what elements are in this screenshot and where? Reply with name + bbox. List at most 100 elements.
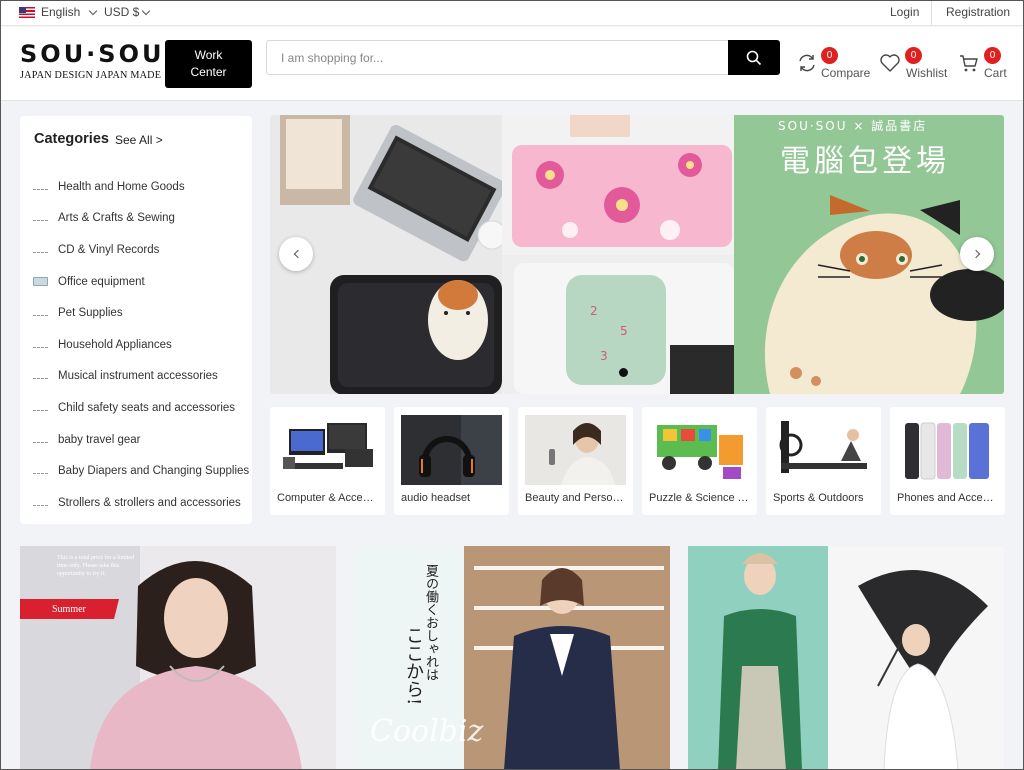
vertical-copy-line2: ここから! xyxy=(403,626,424,706)
work-center-button[interactable]: Work Center xyxy=(165,40,252,88)
cart-button[interactable]: 0 Cart xyxy=(958,47,1008,81)
category-label: Strollers & strollers and accessories xyxy=(58,496,241,509)
us-flag-icon xyxy=(19,6,35,18)
category-icon xyxy=(33,373,48,380)
tile-label: Beauty and Persona… xyxy=(525,492,627,504)
currency-selector[interactable]: USD $ xyxy=(104,5,151,19)
category-item-musical-accessories[interactable]: Musical instrument accessories xyxy=(20,361,252,393)
login-link[interactable]: Login xyxy=(890,5,919,19)
category-tiles: Computer & Access… audio headset Beauty … xyxy=(270,407,1005,515)
cart-count-badge: 0 xyxy=(984,47,1001,64)
category-label: Arts & Crafts & Sewing xyxy=(58,212,175,225)
tile-beauty-personal-care[interactable]: Beauty and Persona… xyxy=(518,407,633,515)
tile-puzzle-science-toys[interactable]: Puzzle & Science Toys xyxy=(642,407,757,515)
category-item-child-safety-seats[interactable]: Child safety seats and accessories xyxy=(20,392,252,424)
chevron-down-icon xyxy=(142,6,151,15)
category-label: Household Appliances xyxy=(58,338,172,351)
category-icon xyxy=(33,437,48,443)
see-all-link[interactable]: See All > xyxy=(115,133,163,147)
tile-audio-headset[interactable]: audio headset xyxy=(394,407,509,515)
category-label: CD & Vinyl Records xyxy=(58,243,160,256)
divider xyxy=(931,0,932,26)
carousel-dot-active[interactable] xyxy=(619,368,628,377)
category-icon xyxy=(33,468,48,475)
currency-label: USD $ xyxy=(104,5,140,19)
cart-icon xyxy=(960,55,978,72)
svg-text:5: 5 xyxy=(620,324,628,338)
wishlist-count-badge: 0 xyxy=(905,47,922,64)
category-item-pet-supplies[interactable]: Pet Supplies xyxy=(20,297,252,329)
category-icon xyxy=(33,215,48,222)
compare-button[interactable]: 0 Compare xyxy=(796,47,871,81)
svg-text:3: 3 xyxy=(600,349,608,363)
search-button[interactable] xyxy=(728,40,780,75)
category-icon xyxy=(33,310,48,317)
hero-banner-carousel[interactable]: 2 5 3 SOU·SOU × 誠品書店 電腦包登場 xyxy=(270,115,1004,394)
wishlist-label: Wishlist xyxy=(906,66,948,80)
category-icon xyxy=(33,184,48,190)
banner-headline: 電腦包登場 xyxy=(780,144,950,179)
category-icon xyxy=(33,247,48,253)
tile-label: audio headset xyxy=(401,492,471,504)
main-header: SOU·SOU JAPAN DESIGN JAPAN MADE Work Cen… xyxy=(0,27,1024,101)
heart-icon xyxy=(880,54,900,72)
category-label: Pet Supplies xyxy=(58,307,123,320)
category-icon xyxy=(33,342,48,348)
audio-headset-image xyxy=(401,415,502,485)
category-label: baby travel gear xyxy=(58,433,141,446)
categories-sidebar: Categories See All > Health and Home Goo… xyxy=(20,116,252,524)
tile-label: Computer & Access… xyxy=(277,492,379,504)
category-label: Office equipment xyxy=(58,275,145,288)
tile-sports-outdoors[interactable]: Sports & Outdoors xyxy=(766,407,881,515)
category-icon xyxy=(33,500,48,506)
work-center-line2: Center xyxy=(190,65,227,79)
categories-title: Categories xyxy=(34,131,109,147)
language-label: English xyxy=(41,5,81,19)
category-label: Musical instrument accessories xyxy=(58,370,218,383)
category-item-baby-diapers[interactable]: Baby Diapers and Changing Supplies xyxy=(20,455,252,487)
computer-accessories-image xyxy=(277,415,378,485)
sports-outdoors-image xyxy=(773,415,874,485)
search-bar xyxy=(266,40,780,75)
language-selector[interactable]: English xyxy=(19,5,98,19)
category-item-office-equipment[interactable]: Office equipment xyxy=(20,266,252,298)
banner-next-button[interactable] xyxy=(960,237,994,271)
tile-computer-accessories[interactable]: Computer & Access… xyxy=(270,407,385,515)
banner-prev-button[interactable] xyxy=(279,237,313,271)
promo-banner-outdoor[interactable] xyxy=(688,546,1004,770)
category-item-health-home[interactable]: Health and Home Goods xyxy=(20,171,252,203)
svg-text:2: 2 xyxy=(590,304,598,318)
chevron-down-icon xyxy=(89,6,98,15)
top-bar: English USD $ Login Registration xyxy=(0,0,1024,26)
summer-promo-image xyxy=(20,546,336,770)
tile-phones-accessories[interactable]: Phones and Access… xyxy=(890,407,1005,515)
category-item-baby-travel-gear[interactable]: baby travel gear xyxy=(20,424,252,456)
category-label: Health and Home Goods xyxy=(58,180,185,193)
category-item-arts-crafts[interactable]: Arts & Crafts & Sewing xyxy=(20,203,252,235)
registration-link[interactable]: Registration xyxy=(946,5,1010,19)
chevron-left-icon xyxy=(293,249,302,259)
banner-brand-line: SOU·SOU × 誠品書店 xyxy=(778,119,927,133)
vertical-copy-line1: 夏の働くおしゃれは xyxy=(423,564,438,681)
search-input[interactable] xyxy=(267,41,729,74)
category-label: Child safety seats and accessories xyxy=(58,401,236,414)
wishlist-button[interactable]: 0 Wishlist xyxy=(879,47,948,81)
logo-tagline: JAPAN DESIGN JAPAN MADE xyxy=(20,70,162,81)
tile-label: Sports & Outdoors xyxy=(773,492,864,504)
category-list: Health and Home Goods Arts & Crafts & Se… xyxy=(20,171,252,519)
outdoor-promo-image xyxy=(688,546,1004,770)
logo-wordmark: SOU·SOU xyxy=(20,40,165,68)
promo-fine-print: This is a total price for a limited time… xyxy=(57,555,135,577)
category-item-household-appliances[interactable]: Household Appliances xyxy=(20,329,252,361)
cart-label: Cart xyxy=(984,66,1007,80)
category-item-strollers[interactable]: Strollers & strollers and accessories xyxy=(20,487,252,519)
site-logo[interactable]: SOU·SOU JAPAN DESIGN JAPAN MADE xyxy=(20,40,165,81)
promo-banner-summer[interactable]: This is a total price for a limited time… xyxy=(20,546,336,770)
compare-label: Compare xyxy=(821,66,871,80)
promo-banner-coolbiz[interactable]: 夏の働くおしゃれは ここから! Coolbiz xyxy=(354,546,670,770)
chevron-right-icon xyxy=(971,249,980,259)
banner-image: 2 5 3 SOU·SOU × 誠品書店 電腦包登場 xyxy=(270,115,1004,394)
category-item-cd-vinyl[interactable]: CD & Vinyl Records xyxy=(20,234,252,266)
work-center-line1: Work xyxy=(194,48,223,62)
coolbiz-script: Coolbiz xyxy=(370,714,484,749)
